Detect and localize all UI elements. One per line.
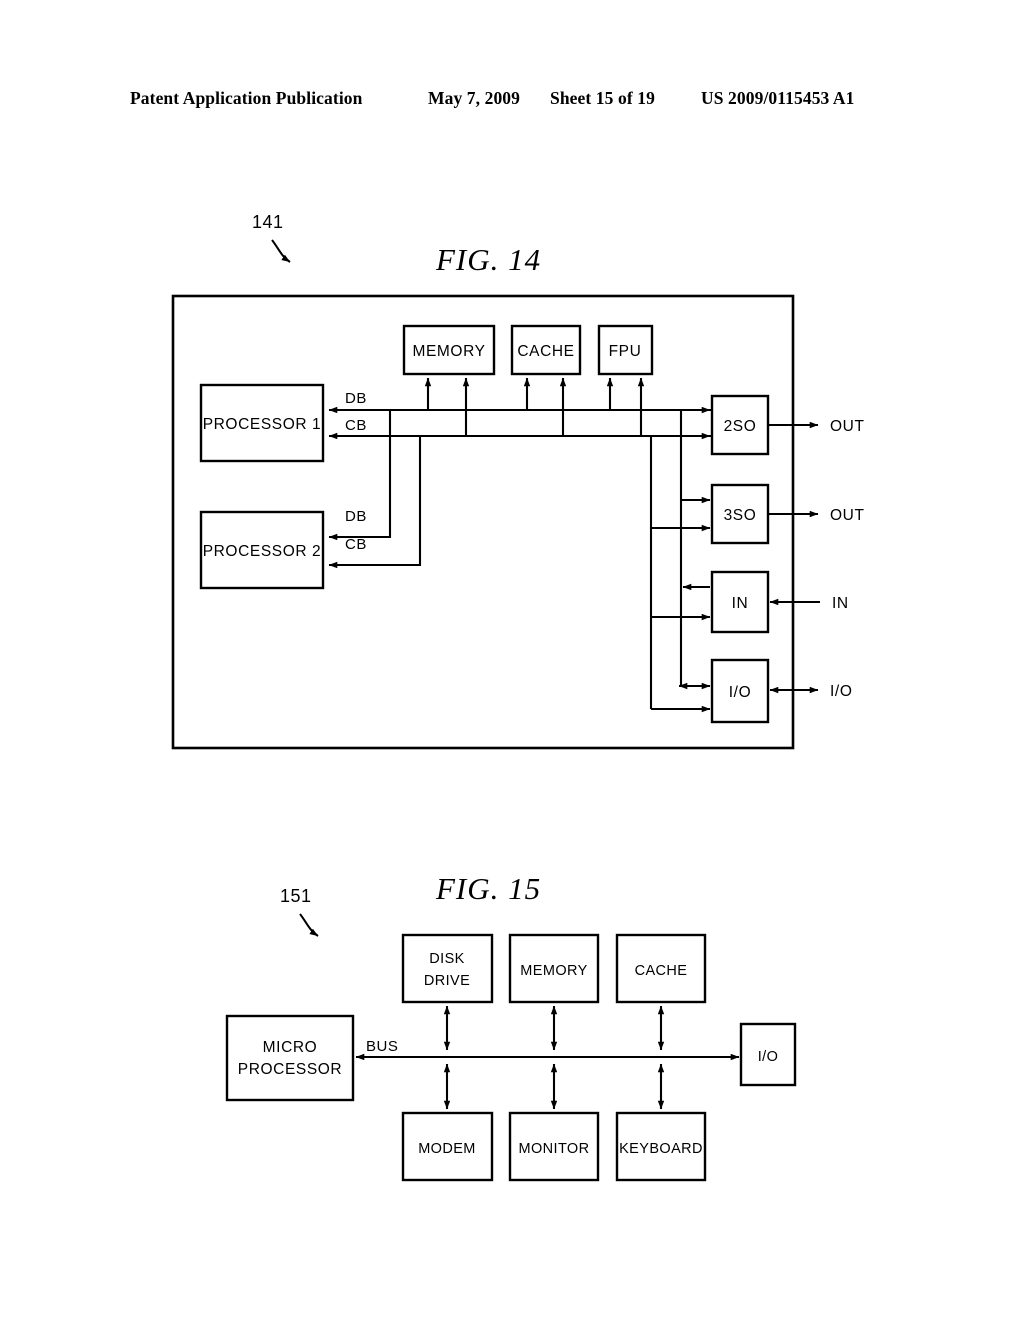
- fig15-bus-label: BUS: [366, 1038, 398, 1055]
- fig15-modem-label: MODEM: [418, 1141, 476, 1157]
- fig14-lead-arrow: [271, 239, 291, 263]
- fig15-caption: FIG. 15: [435, 871, 541, 906]
- fig14-out1-label: OUT: [830, 418, 865, 435]
- fig15-microprocessor-box: [225, 1014, 355, 1102]
- fig15-diskdrive-box: [401, 933, 494, 1004]
- fig15-keyboard-label: KEYBOARD: [619, 1141, 703, 1157]
- patent-page: Patent Application Publication May 7, 20…: [0, 0, 1024, 1320]
- fig15-io-label: I/O: [758, 1049, 779, 1065]
- fig15-monitor-label: MONITOR: [518, 1141, 589, 1157]
- fig14-io-label: I/O: [729, 684, 751, 701]
- fig14-processor2-label: PROCESSOR 2: [203, 543, 322, 560]
- fig14-processor1-label: PROCESSOR 1: [203, 416, 322, 433]
- fig14-out2-label: OUT: [830, 507, 865, 524]
- fig15-reference-numeral: 151: [280, 886, 312, 906]
- fig14-memory-label: MEMORY: [412, 343, 485, 360]
- fig14-in-port-label: IN: [832, 595, 849, 612]
- fig14-cache-label: CACHE: [517, 343, 574, 360]
- fig14-io-port-label: I/O: [830, 683, 852, 700]
- fig14-2so-label: 2SO: [724, 418, 757, 435]
- fig14-fpu-label: FPU: [609, 343, 642, 360]
- fig15-microprocessor-label-line1: MICRO: [263, 1039, 318, 1056]
- fig14-p2-db-label: DB: [345, 508, 367, 525]
- fig14-p1-db-label: DB: [345, 390, 367, 407]
- fig14-3so-label: 3SO: [724, 507, 757, 524]
- fig15-microprocessor-label-line2: PROCESSOR: [238, 1061, 342, 1078]
- fig14-reference-numeral: 141: [252, 212, 284, 232]
- fig15-diskdrive-label-line2: DRIVE: [424, 973, 470, 989]
- fig15-lead-arrow: [299, 913, 319, 937]
- fig14-p2-cb-label: CB: [345, 536, 367, 553]
- fig14-caption: FIG. 14: [435, 242, 541, 277]
- fig14-in-label: IN: [732, 595, 749, 612]
- figure-canvas: 141 FIG. 14 MEMORY CACHE FPU PROCESSOR 1…: [171, 212, 865, 1182]
- fig15-diskdrive-label-line1: DISK: [429, 951, 464, 967]
- fig15-memory-label: MEMORY: [520, 963, 587, 979]
- fig15-cache-label: CACHE: [635, 963, 688, 979]
- fig14-p1-cb-label: CB: [345, 417, 367, 434]
